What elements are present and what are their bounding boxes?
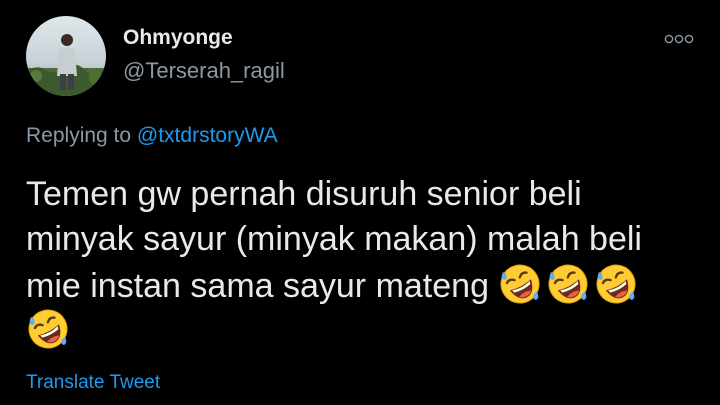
- translate-tweet-link[interactable]: Translate Tweet: [26, 371, 160, 395]
- tweet-text: Temen gw pernah disuruh senior beli miny…: [26, 172, 706, 353]
- rofl-emoji-icon: [548, 264, 588, 304]
- rofl-emoji-icon: [28, 309, 68, 349]
- avatar-photo: [26, 16, 106, 96]
- tweet-text-line: mie instan sama sayur mateng: [26, 262, 706, 307]
- tweet-emoji-line: [26, 307, 706, 353]
- rofl-emoji-icon: [500, 264, 540, 304]
- avatar[interactable]: [26, 16, 106, 96]
- author-display-name[interactable]: Ohmyonge: [123, 25, 233, 51]
- tweet-text-line: minyak sayur (minyak makan) malah beli: [26, 220, 642, 258]
- author-handle[interactable]: @Terserah_ragil: [123, 57, 285, 85]
- more-options-icon[interactable]: [664, 32, 694, 44]
- reply-mention-link[interactable]: @txtdrstoryWA: [137, 124, 278, 147]
- reply-context-prefix: Replying to: [26, 124, 137, 147]
- tweet-text-line: Temen gw pernah disuruh senior beli: [26, 175, 582, 213]
- reply-context: Replying to @txtdrstoryWA: [26, 122, 278, 150]
- rofl-emoji-icon: [596, 264, 636, 304]
- tweet-text-line-content: mie instan sama sayur mateng: [26, 267, 499, 305]
